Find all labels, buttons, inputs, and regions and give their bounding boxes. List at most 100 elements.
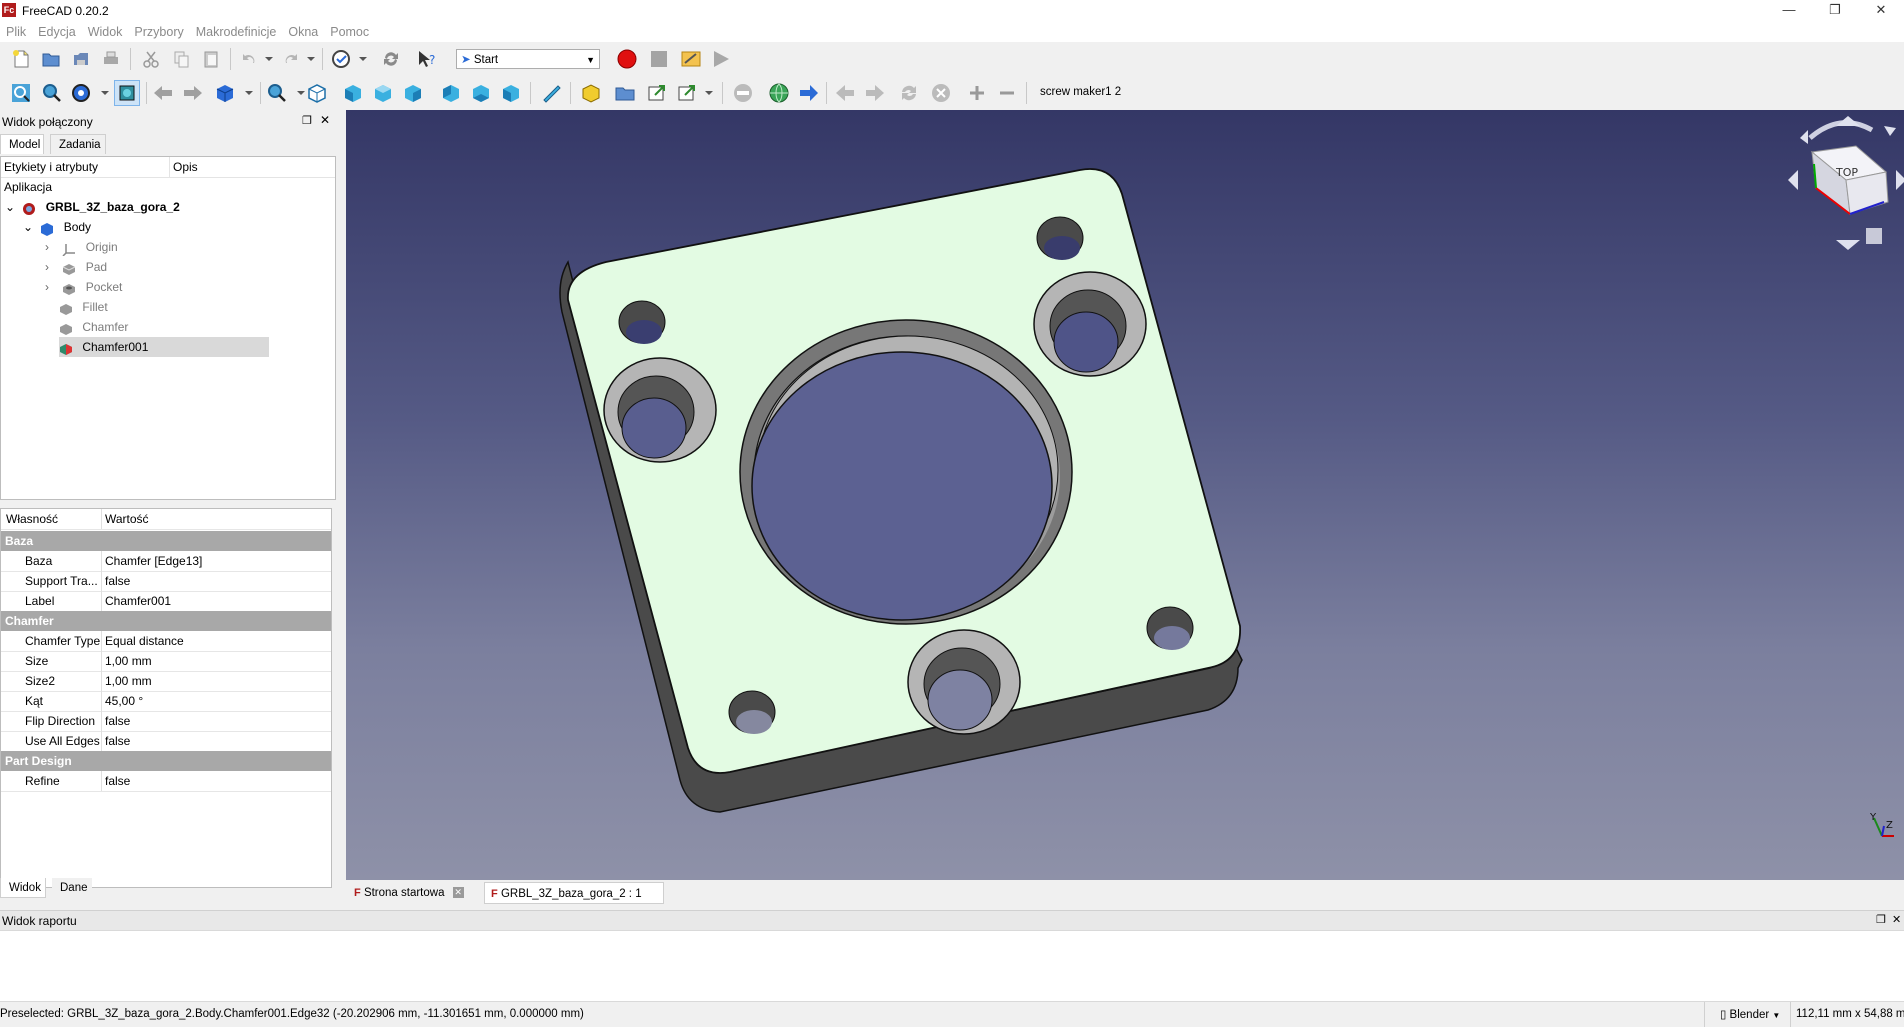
group-folder-icon[interactable] <box>612 80 638 106</box>
menu-okna[interactable]: Okna <box>282 22 324 39</box>
navigation-cube[interactable]: TOP <box>1788 116 1904 250</box>
check-dropdown-icon[interactable] <box>350 46 376 72</box>
view-top-icon[interactable] <box>370 80 396 106</box>
draw-style-icon[interactable] <box>68 80 94 106</box>
property-row[interactable]: Chamfer Type Equal distance <box>1 631 331 652</box>
save-icon[interactable] <box>68 46 94 72</box>
web-zoom-out-icon[interactable] <box>994 80 1020 106</box>
web-forward-icon[interactable] <box>862 80 888 106</box>
std-views-dropdown-icon[interactable] <box>236 80 262 106</box>
menu-makrodefinicje[interactable]: Makrodefinicje <box>190 22 283 39</box>
view-rear-icon[interactable] <box>438 80 464 106</box>
restore-button[interactable]: ❐ <box>1812 0 1858 22</box>
view-left-icon[interactable] <box>498 80 524 106</box>
fit-all-icon[interactable] <box>8 80 34 106</box>
measure-icon[interactable] <box>538 80 564 106</box>
property-row[interactable]: Flip Direction false <box>1 711 331 732</box>
menu-edycja[interactable]: Edycja <box>32 22 82 39</box>
workbench-selector[interactable]: ➤ Start ▼ <box>456 49 600 69</box>
stop-macro-icon[interactable] <box>646 46 672 72</box>
link-dropdown-icon[interactable] <box>696 80 722 106</box>
web-back-icon[interactable] <box>832 80 858 106</box>
property-header-name[interactable]: Własność <box>6 509 58 529</box>
whats-this-icon[interactable]: ? <box>414 46 440 72</box>
tree-item-fillet[interactable]: Fillet <box>59 297 108 317</box>
paste-icon[interactable] <box>198 46 224 72</box>
view-bottom-icon[interactable] <box>468 80 494 106</box>
menu-plik[interactable]: Plik <box>0 22 32 39</box>
chevron-down-icon[interactable]: ⌄ <box>23 217 37 237</box>
property-row[interactable]: Label Chamfer001 <box>1 591 331 612</box>
menu-pomoc[interactable]: Pomoc <box>324 22 375 39</box>
web-globe-icon[interactable] <box>766 80 792 106</box>
tab-dane[interactable]: Dane <box>52 878 92 898</box>
doc-tab-grbl[interactable]: F GRBL_3Z_baza_gora_2 : 1 ✕ <box>484 882 664 922</box>
zoom-icon[interactable] <box>264 80 290 106</box>
property-row[interactable]: Support Tra... false <box>1 571 331 592</box>
property-group-chamfer[interactable]: Chamfer <box>1 611 331 631</box>
report-view[interactable] <box>0 930 1904 1001</box>
property-row[interactable]: Size 1,00 mm <box>1 651 331 672</box>
tab-model[interactable]: Model <box>0 134 44 154</box>
record-macro-icon[interactable] <box>614 46 640 72</box>
tree-item-body[interactable]: ⌄ Body <box>23 217 91 237</box>
property-header-value[interactable]: Wartość <box>105 509 149 529</box>
close-tab-icon[interactable]: ✕ <box>452 887 464 899</box>
tree-item-document[interactable]: ⌄ GRBL_3Z_baza_gora_2 <box>5 197 180 217</box>
web-zoom-in-icon[interactable] <box>964 80 990 106</box>
tree-item-pocket[interactable]: › Pocket <box>45 277 122 297</box>
property-group-baza[interactable]: Baza <box>1 531 331 551</box>
chevron-right-icon[interactable]: › <box>45 237 59 257</box>
close-button[interactable]: ✕ <box>1858 0 1904 22</box>
menu-przybory[interactable]: Przybory <box>128 22 189 39</box>
chevron-right-icon[interactable]: › <box>45 257 59 277</box>
redo-dropdown-icon[interactable] <box>298 46 324 72</box>
part-create-icon[interactable] <box>578 80 604 106</box>
float-report-icon[interactable]: ❐ <box>1876 913 1886 926</box>
web-stop-icon[interactable] <box>730 80 756 106</box>
web-refresh-icon[interactable] <box>896 80 922 106</box>
run-macro-icon[interactable] <box>708 46 734 72</box>
tree-item-chamfer[interactable]: Chamfer <box>59 317 128 337</box>
copy-icon[interactable] <box>168 46 194 72</box>
macro-label[interactable]: screw maker1 2 <box>1040 86 1121 98</box>
chevron-down-icon[interactable]: ⌄ <box>5 197 19 217</box>
new-document-icon[interactable] <box>8 46 34 72</box>
view-isometric-icon[interactable] <box>304 80 330 106</box>
close-panel-icon[interactable]: ✕ <box>320 113 330 127</box>
property-row[interactable]: Kąt 45,00 ° <box>1 691 331 712</box>
tree-header-description[interactable]: Opis <box>173 160 198 174</box>
tab-widok[interactable]: Widok <box>0 878 46 898</box>
cut-icon[interactable] <box>138 46 164 72</box>
property-group-part-design[interactable]: Part Design <box>1 751 331 771</box>
nav-style-selector[interactable]: ▯ Blender ▼ <box>1720 1007 1780 1021</box>
property-row[interactable]: Size2 1,00 mm <box>1 671 331 692</box>
property-row[interactable]: Refine false <box>1 771 331 792</box>
fit-selection-icon[interactable] <box>38 80 64 106</box>
tree-item-chamfer001[interactable]: Chamfer001 <box>59 337 269 357</box>
link-icon[interactable] <box>644 80 670 106</box>
menu-widok[interactable]: Widok <box>82 22 129 39</box>
refresh-icon[interactable] <box>378 46 404 72</box>
bounding-box-icon[interactable] <box>114 80 140 106</box>
property-row[interactable]: Baza Chamfer [Edge13] <box>1 551 331 572</box>
web-go-icon[interactable] <box>796 80 822 106</box>
tree-item-origin[interactable]: › Origin <box>45 237 118 257</box>
doc-tab-start-page[interactable]: F Strona startowa ✕ <box>348 882 478 904</box>
open-folder-icon[interactable] <box>38 46 64 72</box>
forward-arrow-icon[interactable] <box>180 80 206 106</box>
std-views-icon[interactable] <box>212 80 238 106</box>
edit-macro-icon[interactable] <box>678 46 704 72</box>
web-cancel-icon[interactable] <box>928 80 954 106</box>
chevron-right-icon[interactable]: › <box>45 277 59 297</box>
back-arrow-icon[interactable] <box>150 80 176 106</box>
print-icon[interactable] <box>98 46 124 72</box>
tree-header-labels[interactable]: Etykiety i atrybuty <box>4 160 98 174</box>
tab-zadania[interactable]: Zadania <box>50 134 106 154</box>
3d-viewport[interactable]: TOP Y Z <box>346 110 1904 880</box>
tree-item-pad[interactable]: › Pad <box>45 257 107 277</box>
view-right-icon[interactable] <box>400 80 426 106</box>
part-render[interactable]: TOP Y Z <box>346 110 1904 880</box>
property-row[interactable]: Use All Edges false <box>1 731 331 752</box>
view-front-icon[interactable] <box>340 80 366 106</box>
